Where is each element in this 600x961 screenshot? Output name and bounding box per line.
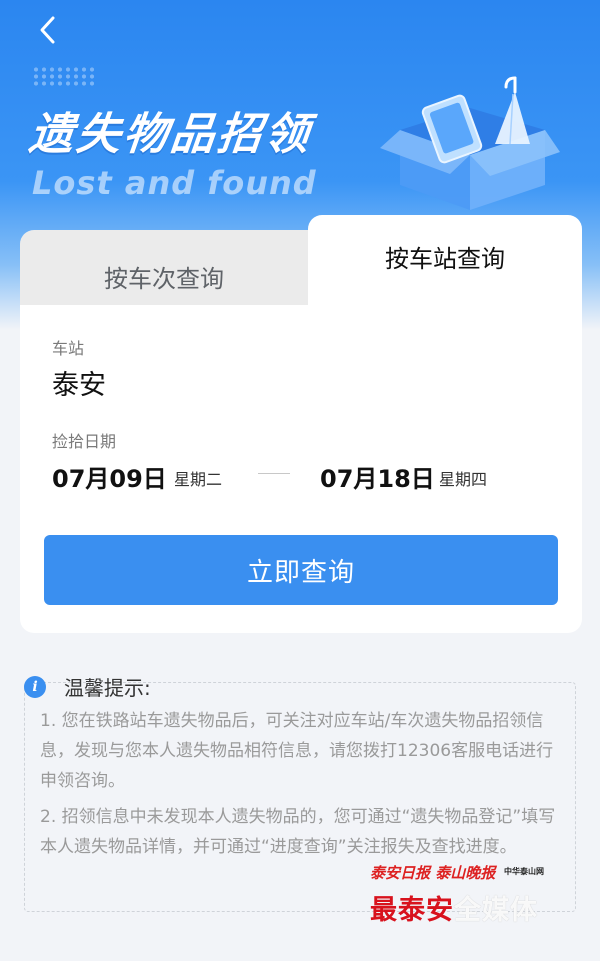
page-subtitle: Lost and found: [32, 164, 317, 202]
start-date-field[interactable]: 07月09日: [52, 459, 167, 494]
watermark-brand-b: 全媒体: [454, 895, 538, 926]
lost-box-illustration-icon: [380, 76, 560, 210]
chevron-left-icon: [40, 16, 55, 44]
end-weekday: 星期四: [439, 470, 488, 489]
tips-title: 温馨提示:: [64, 676, 151, 700]
query-card: 按车次查询 按车站查询 车站 泰安 捡拾日期 07月09日 星期二 07月18日…: [20, 215, 582, 633]
info-icon: i: [24, 675, 46, 698]
query-form: 车站 泰安 捡拾日期 07月09日 星期二 07月18日 星期四 立即查询: [20, 305, 582, 633]
start-weekday: 星期二: [174, 470, 223, 489]
tips-header: i 温馨提示:: [24, 672, 151, 701]
watermark-site-name: 中华泰山网: [504, 867, 544, 876]
tip-item-2: 2. 招领信息中未发现本人遗失物品的，您可通过“遗失物品登记”填写本人遗失物品详…: [40, 807, 556, 857]
date-label: 捡拾日期: [52, 432, 117, 451]
decorative-dots: [32, 66, 96, 86]
back-button[interactable]: [30, 12, 66, 48]
date-range-separator: [258, 473, 290, 474]
tip-item-1: 1. 您在铁路站车遗失物品后，可关注对应车站/车次遗失物品招领信息，发现与您本人…: [40, 711, 554, 791]
station-field[interactable]: 泰安: [52, 363, 106, 402]
end-date-field[interactable]: 07月18日: [320, 459, 435, 494]
tab-by-station-label: 按车站查询: [385, 245, 505, 273]
watermark-brand-a: 最泰安: [370, 895, 454, 926]
page-title: 遗失物品招领: [26, 109, 315, 160]
query-now-button[interactable]: 立即查询: [44, 535, 558, 605]
media-watermark: 泰安日报 泰山晚报 中华泰山网 最泰安全媒体: [370, 862, 550, 942]
query-now-label: 立即查询: [246, 557, 355, 588]
station-label: 车站: [52, 339, 85, 358]
watermark-brand: 最泰安全媒体: [370, 888, 538, 927]
tab-by-train-label: 按车次查询: [104, 264, 224, 293]
watermark-newspaper-names: 泰安日报 泰山晚报: [370, 864, 496, 882]
